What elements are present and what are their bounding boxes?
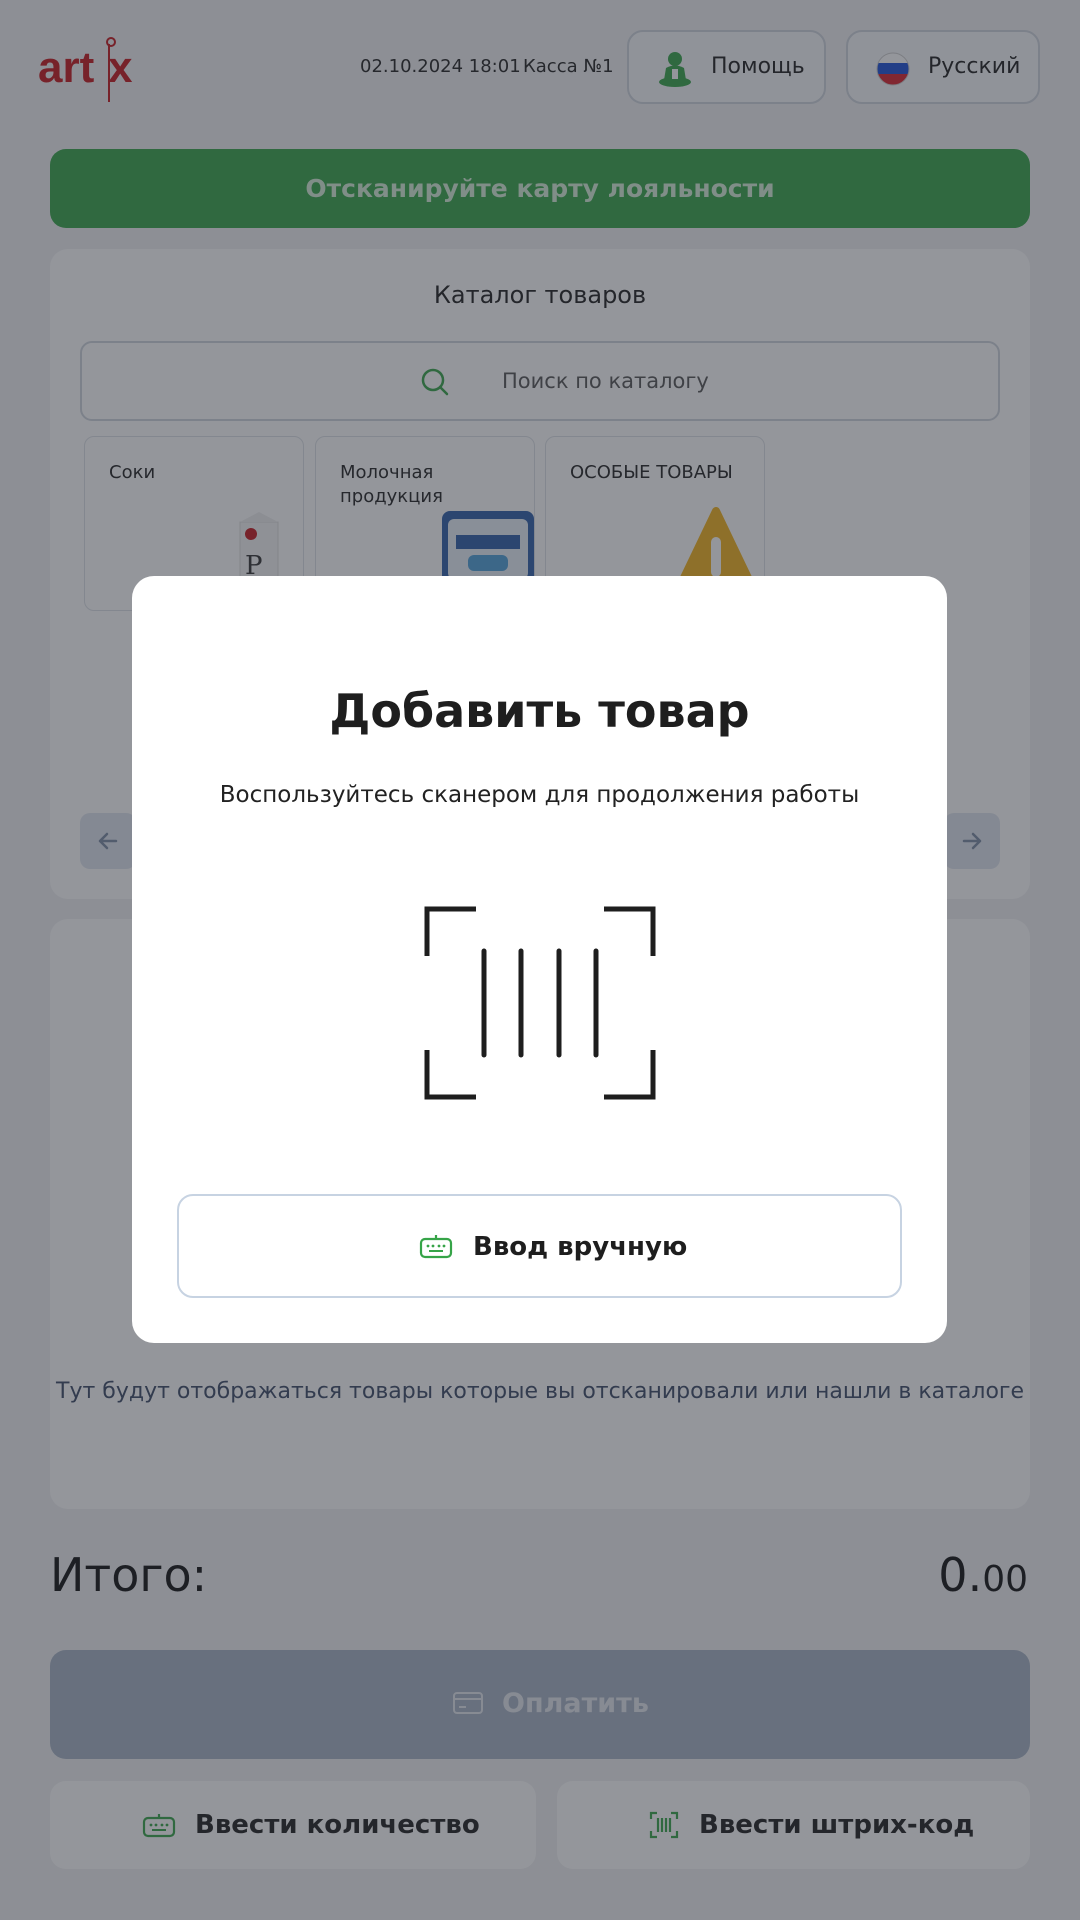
add-product-modal: Добавить товар Воспользуйтесь сканером д…	[132, 576, 947, 1343]
modal-subtitle: Воспользуйтесь сканером для продолжения …	[219, 782, 860, 808]
manual-input-label: Ввод вручную	[473, 1232, 688, 1262]
manual-input-button[interactable]: Ввод вручную	[177, 1194, 902, 1298]
modal-title: Добавить товар	[329, 684, 750, 738]
barcode-scan-icon	[424, 906, 656, 1104]
keyboard-icon	[419, 1234, 453, 1264]
